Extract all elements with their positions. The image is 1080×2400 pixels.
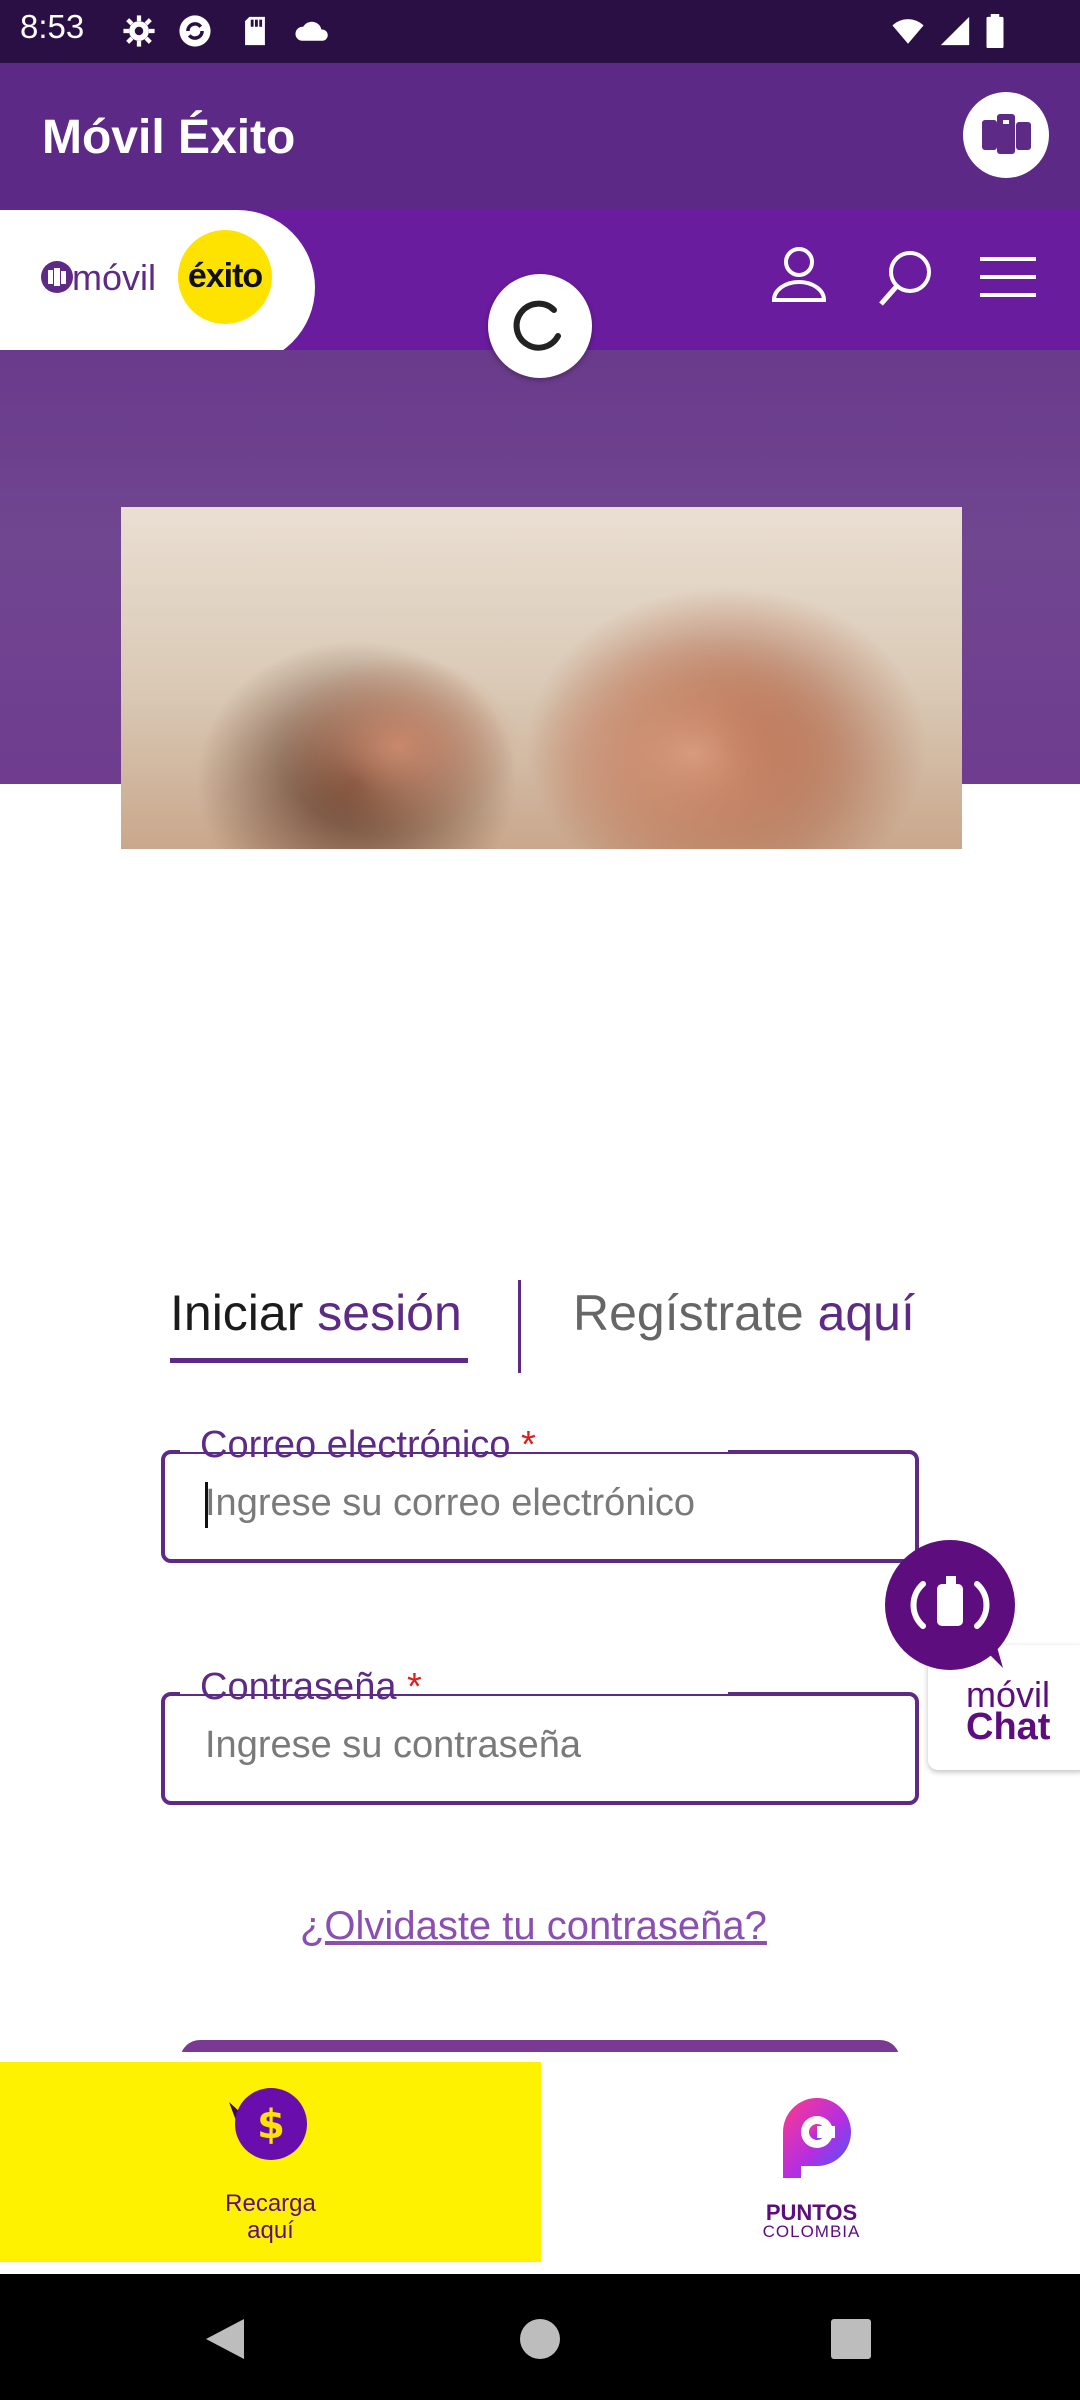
puntos-colombia-logo-icon [783, 2098, 851, 2178]
app-title: Móvil Éxito [42, 111, 296, 164]
battery-icon [986, 14, 1004, 48]
tab-register-label-1: Regístrate [573, 1285, 818, 1341]
spinner-icon [513, 300, 561, 351]
loading-spinner [488, 274, 592, 378]
tab-register-label-2: aquí [817, 1285, 915, 1341]
signal-icon [940, 16, 970, 46]
menu-icon[interactable] [980, 255, 1036, 299]
tab-login[interactable]: Iniciar sesión [170, 1284, 462, 1342]
wifi-icon [892, 19, 924, 44]
password-placeholder: Ingrese su contraseña [205, 1724, 582, 1766]
chat-bubble-icon [910, 1576, 1003, 1668]
svg-text:$: $ [257, 2102, 285, 2148]
email-required-mark: * [521, 1424, 536, 1466]
hero-image [121, 507, 962, 849]
forgot-password-link[interactable]: ¿Olvidaste tu contraseña? [300, 1904, 767, 1949]
settings-icon [123, 15, 155, 47]
exito-logo-text: éxito [187, 257, 263, 295]
recarga-label-1: Recarga [225, 2190, 316, 2217]
tab-divider [518, 1280, 521, 1373]
home-icon[interactable] [518, 2317, 562, 2361]
recents-icon[interactable] [830, 2318, 872, 2360]
app-shortcut-button[interactable] [963, 92, 1049, 178]
puntos-label-2: COLOMBIA [762, 2222, 861, 2241]
email-placeholder: Ingrese su correo electrónico [205, 1482, 696, 1524]
movil-logo-icon [41, 261, 73, 293]
status-time: 8:53 [20, 8, 85, 45]
password-label-text: Contraseña [200, 1666, 397, 1708]
password-label: Contraseña * [200, 1666, 422, 1709]
chat-widget-label-2: Chat [966, 1706, 1051, 1748]
tab-register[interactable]: Regístrate aquí [573, 1284, 915, 1342]
sd-card-icon [245, 16, 265, 46]
tab-login-label-2: sesión [317, 1285, 462, 1341]
tab-login-label-1: Iniciar [170, 1285, 318, 1341]
back-icon[interactable] [200, 2315, 250, 2363]
cloud-icon [295, 21, 328, 41]
logo-movil-text: móvil [72, 257, 157, 298]
chat-widget-bubble[interactable] [885, 1540, 1015, 1670]
text-caret [205, 1482, 208, 1528]
email-label-text: Correo electrónico [200, 1424, 511, 1466]
search-icon[interactable] [876, 250, 934, 308]
phones-logo-icon [982, 114, 1031, 154]
recarga-coin-icon: $ [229, 2088, 307, 2160]
sync-icon [179, 15, 211, 47]
tab-login-underline [170, 1358, 468, 1363]
recarga-label-2: aquí [247, 2217, 294, 2244]
user-icon[interactable] [770, 244, 828, 304]
password-required-mark: * [407, 1666, 422, 1708]
email-label: Correo electrónico * [200, 1424, 536, 1467]
